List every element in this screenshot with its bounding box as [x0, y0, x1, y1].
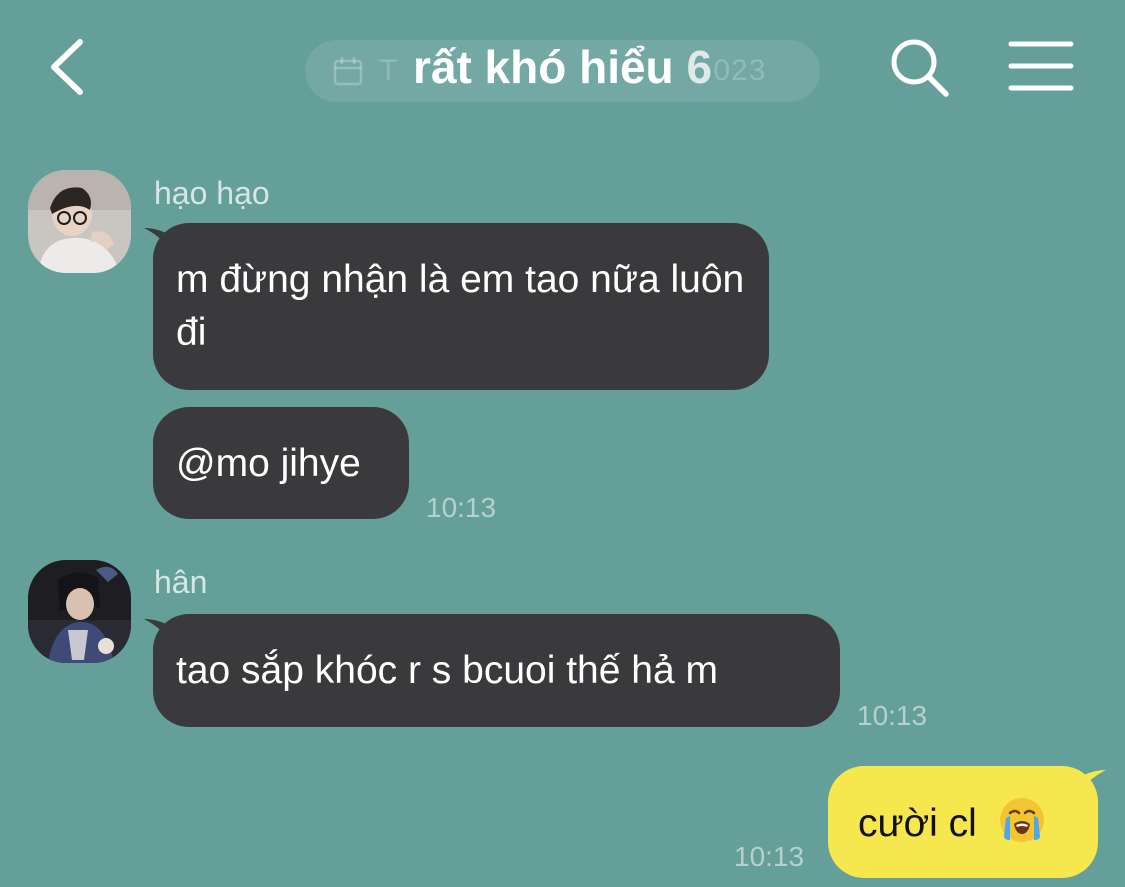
avatar-photo [28, 170, 131, 273]
avatar[interactable] [28, 560, 131, 663]
calendar-icon [333, 57, 363, 86]
chevron-left-icon [51, 39, 83, 95]
menu-button[interactable] [1008, 40, 1074, 92]
message-bubble[interactable]: @mo jihye [153, 407, 409, 519]
message-text: cười cl [858, 802, 977, 845]
hamburger-menu-icon [1008, 41, 1074, 91]
search-icon [891, 39, 949, 97]
chat-screen: T 023 rất khó hiểu 6 hạo hạo m đừng nhận… [0, 0, 1125, 887]
message-bubble[interactable]: m đừng nhận là em tao nữa luôn đi [153, 223, 769, 390]
message-timestamp: 10:13 [857, 700, 928, 731]
avatar-photo [28, 560, 131, 663]
message-bubble[interactable]: cười cl [828, 766, 1098, 878]
message-text: tao sắp khóc r s bcuoi thế hả m [176, 649, 718, 692]
message-text: m đừng nhận là em tao nữa luôn đi [176, 258, 745, 354]
chat-header: T 023 rất khó hiểu 6 [0, 0, 1125, 140]
sender-name: hân [154, 564, 208, 600]
date-suffix: 023 [713, 54, 767, 87]
sender-name: hạo hạo [154, 175, 270, 211]
message-text: @mo jihye [176, 442, 361, 485]
loudly-crying-face-icon [999, 798, 1044, 842]
back-button[interactable] [40, 36, 96, 98]
message-timestamp: 10:13 [426, 492, 497, 523]
date-prefix: T [379, 54, 398, 87]
message-timestamp: 10:13 [734, 841, 805, 872]
message-bubble[interactable]: tao sắp khóc r s bcuoi thế hả m [153, 614, 840, 727]
avatar[interactable] [28, 170, 131, 273]
date-indicator: T 023 [305, 40, 820, 102]
search-button[interactable] [888, 36, 952, 100]
